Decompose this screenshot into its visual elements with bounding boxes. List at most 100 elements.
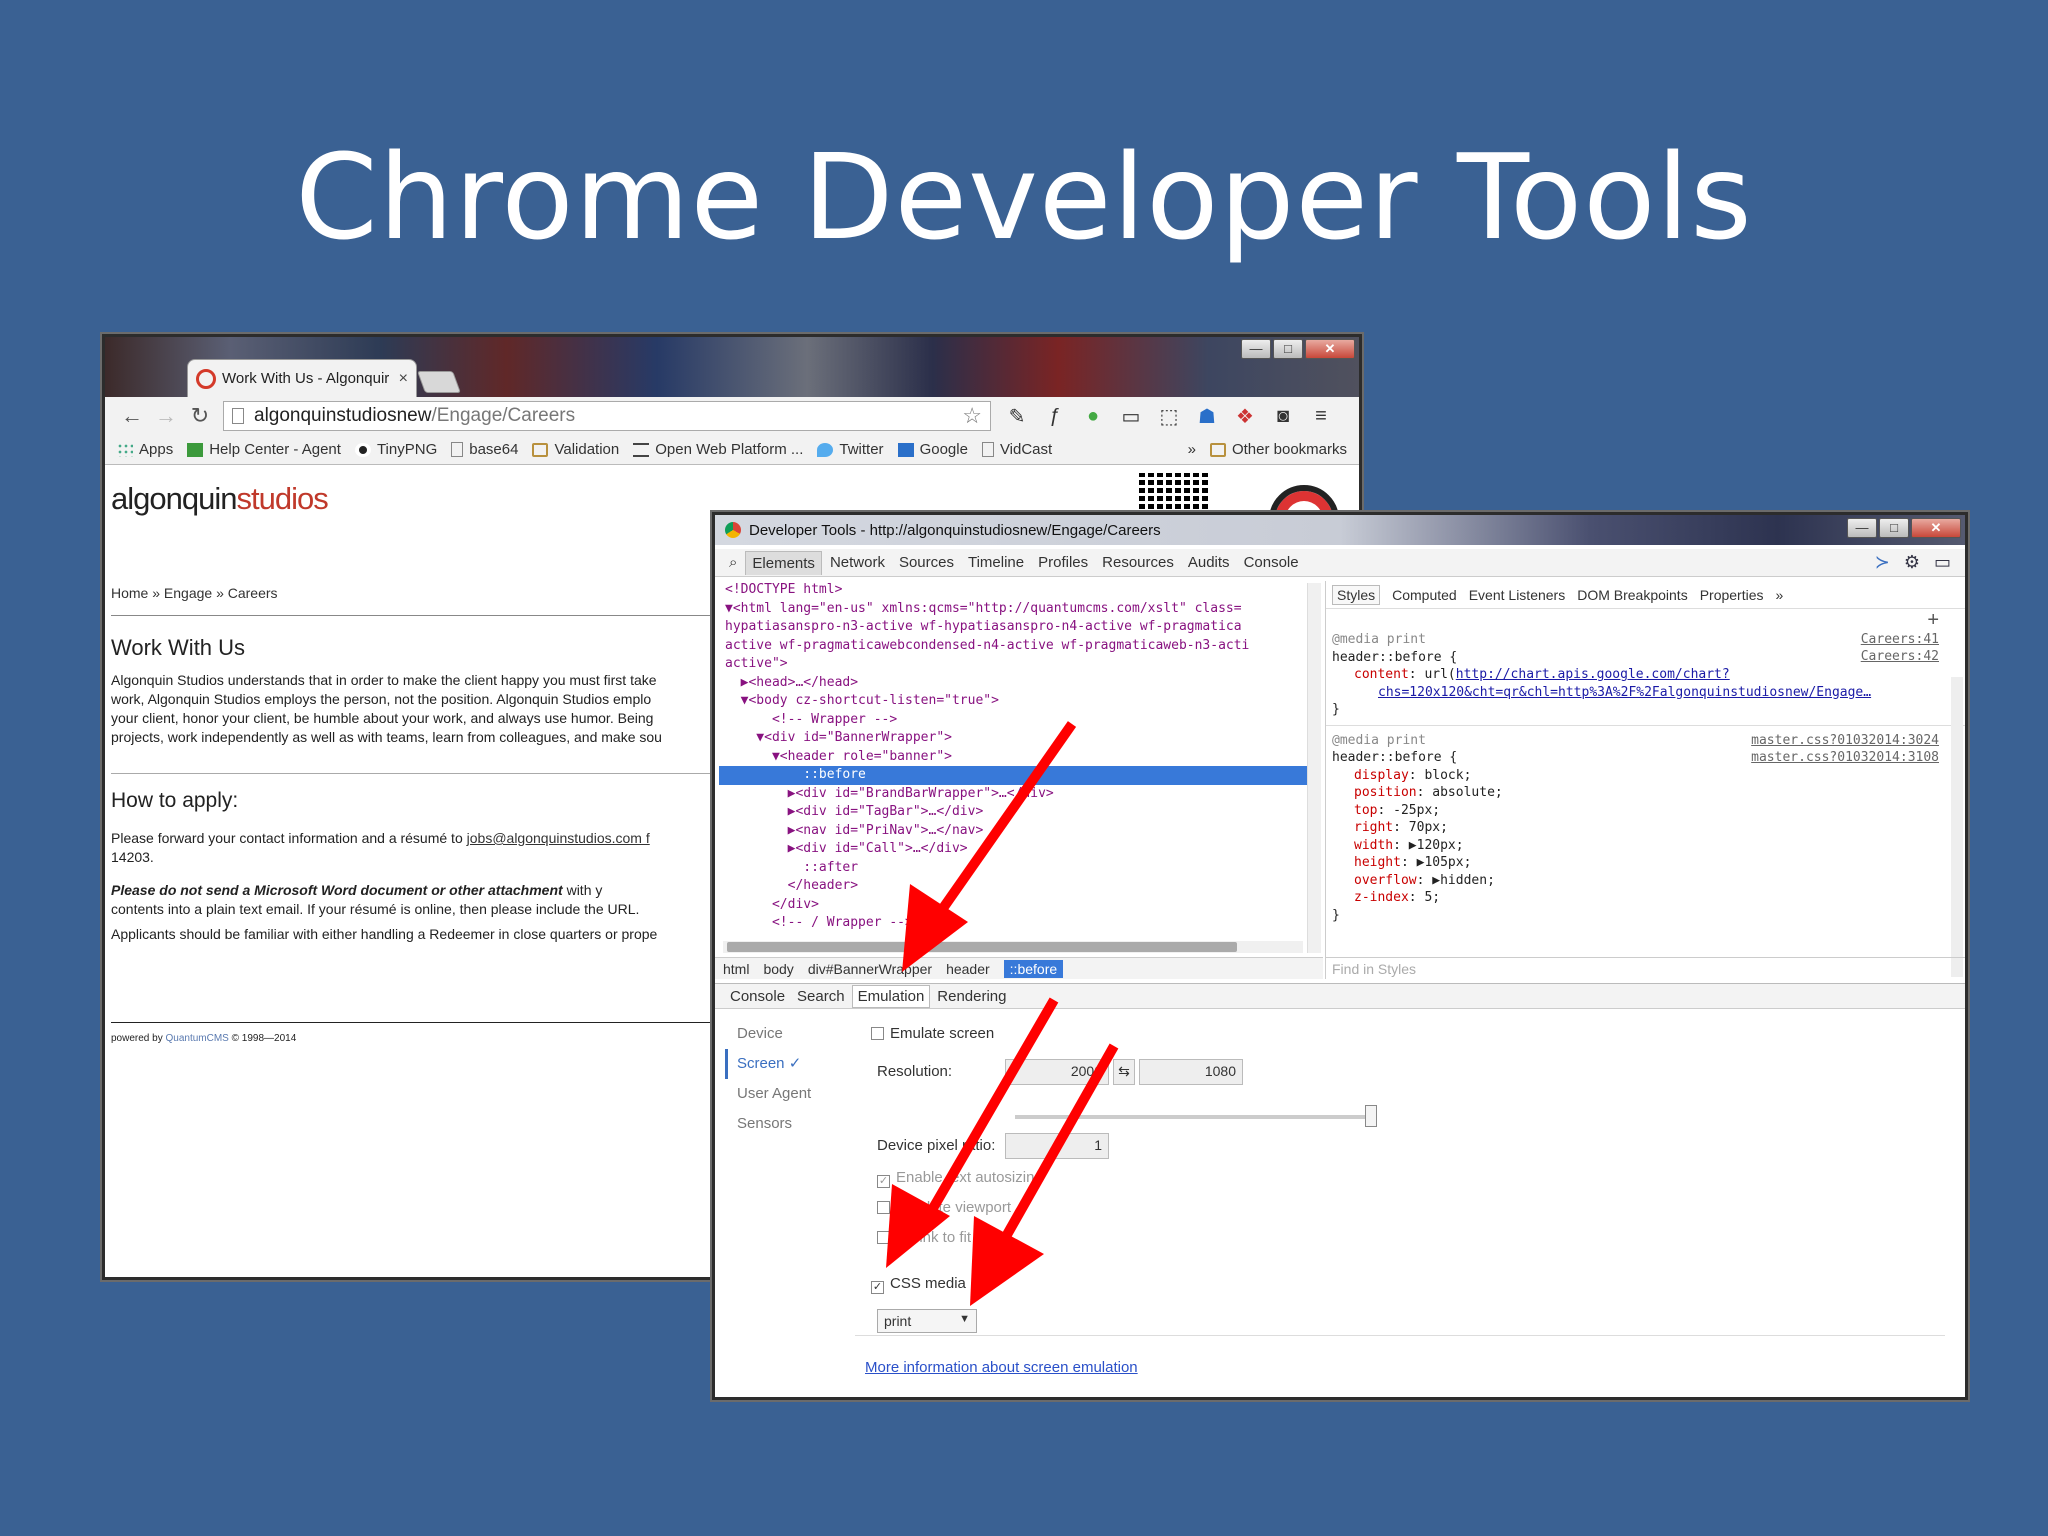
code-line-before-selected[interactable]: ::before [719,766,1307,785]
swap-dimensions-button[interactable]: ⇆ [1113,1059,1135,1085]
user-badge-icon[interactable]: ☗ [1191,404,1223,429]
code-line-banner-wrapper[interactable]: ▼<div id="BannerWrapper"> [719,729,1307,748]
crumb-body[interactable]: body [763,961,793,977]
breadcrumb[interactable]: Home » Engage » Careers [111,585,278,601]
drawer-tab-console[interactable]: Console [725,986,790,1007]
css-media-checkbox[interactable]: ✓ [871,1281,884,1294]
tab-close-icon[interactable]: × [399,370,408,388]
reload-icon[interactable]: ↻ [183,403,217,429]
css-property-name[interactable]: width [1332,838,1393,853]
more-info-link[interactable]: More information about screen emulation [865,1359,1138,1376]
code-line-doctype[interactable]: <!DOCTYPE html> [719,581,1307,600]
styles-scrollbar[interactable] [1951,677,1963,977]
code-line-header[interactable]: ▼<header role="banner"> [719,748,1307,767]
color-picker-icon[interactable]: ❖ [1229,404,1261,429]
css-property-name[interactable]: z-index [1332,890,1409,905]
tab-console[interactable]: Console [1238,551,1305,574]
code-line-call[interactable]: ▶<div id="Call">…</div> [719,840,1307,859]
menu-icon[interactable]: ≡ [1305,405,1337,428]
site-logo[interactable]: algonquinstudios [111,481,329,517]
bookmark-help-center[interactable]: Help Center - Agent [187,441,341,458]
code-line-after[interactable]: ::after [719,859,1307,878]
code-line-brandbar[interactable]: ▶<div id="BrandBarWrapper">…</div> [719,785,1307,804]
code-line-comment-end[interactable]: <!-- / Wrapper --> [719,914,1307,931]
emu-nav-sensors[interactable]: Sensors [725,1109,835,1139]
elements-horizontal-scrollbar[interactable] [723,941,1303,953]
code-line-tagbar[interactable]: ▶<div id="TagBar">…</div> [719,803,1307,822]
crumb-banner-wrapper[interactable]: div#BannerWrapper [808,961,932,977]
code-line-html-class[interactable]: hypatiasanspro-n3-active wf-hypatiasansp… [719,618,1307,637]
show-drawer-icon[interactable]: ≻ [1875,552,1890,573]
email-link[interactable]: jobs@algonquinstudios.com f [467,830,650,846]
browser-tab[interactable]: Work With Us - Algonquir × [187,359,417,397]
crumb-header[interactable]: header [946,961,990,977]
new-tab-button[interactable] [416,371,462,393]
css-url-link[interactable]: chs=120x120&cht=qr&chl=http%3A%2F%2Falgo… [1378,685,1871,700]
eyedropper-icon[interactable]: ✎ [1001,404,1033,429]
viewport-checkbox[interactable] [877,1201,890,1214]
css-property-value[interactable]: ▶hidden; [1432,873,1495,888]
bookmark-apps[interactable]: Apps [117,441,173,458]
elements-vertical-scrollbar[interactable] [1307,583,1321,953]
emulate-screen-checkbox[interactable] [871,1027,884,1040]
css-property-value[interactable]: ▶105px; [1417,855,1472,870]
tab-styles[interactable]: Styles [1332,584,1381,605]
settings-gear-icon[interactable]: ⚙ [1904,552,1920,573]
css-property-name[interactable]: content [1332,667,1409,682]
zoom-slider-track[interactable] [1015,1115,1375,1119]
rule-source-link[interactable]: master.css?01032014:3024 [1751,732,1939,750]
tab-profiles[interactable]: Profiles [1032,551,1094,574]
code-line-div-close[interactable]: </div> [719,896,1307,915]
forward-arrow-icon[interactable]: → [149,403,183,429]
crumb-before-selected[interactable]: ::before [1003,959,1064,978]
font-icon[interactable]: ƒ [1039,405,1071,428]
footer-brand-link[interactable]: QuantumCMS [165,1033,228,1044]
minimize-button[interactable]: — [1847,518,1877,538]
code-line-prinav[interactable]: ▶<nav id="PriNav">…</nav> [719,822,1307,841]
tab-elements[interactable]: Elements [745,550,822,575]
bookmark-twitter[interactable]: Twitter [817,441,884,458]
code-line-html-class[interactable]: active"> [719,655,1307,674]
code-line-body[interactable]: ▼<body cz-shortcut-listen="true"> [719,692,1307,711]
bookmark-google[interactable]: Google [897,441,968,458]
tab-computed[interactable]: Computed [1392,587,1457,603]
tab-resources[interactable]: Resources [1096,551,1180,574]
rule-source-link[interactable]: Careers:41 [1861,631,1939,649]
css-property-value[interactable]: ▶120px; [1409,838,1464,853]
shrink-to-fit-checkbox[interactable] [877,1231,890,1244]
tab-audits[interactable]: Audits [1182,551,1236,574]
cast-icon[interactable]: ▭ [1115,404,1147,429]
dock-side-icon[interactable]: ▭ [1934,552,1951,573]
rule-source-link[interactable]: Careers:42 [1861,648,1939,666]
camera-icon[interactable]: ◙ [1267,405,1299,428]
code-line-html-class[interactable]: active wf-pragmaticawebcondensed-n4-acti… [719,637,1307,656]
other-bookmarks[interactable]: Other bookmarks [1209,441,1347,458]
bookmark-star-icon[interactable]: ☆ [962,403,982,429]
evernote-icon[interactable]: ● [1077,405,1109,428]
tab-dom-breakpoints[interactable]: DOM Breakpoints [1577,587,1687,603]
resolution-width-input[interactable]: 2000 [1005,1059,1109,1085]
code-line-head[interactable]: ▶<head>…</head> [719,674,1307,693]
emu-nav-user-agent[interactable]: User Agent [725,1079,835,1109]
css-property-name[interactable]: top [1332,803,1377,818]
find-in-styles-input[interactable]: Find in Styles [1325,957,1965,979]
tab-properties[interactable]: Properties [1700,587,1764,603]
css-property-name[interactable]: position [1332,785,1417,800]
close-window-button[interactable]: ✕ [1305,339,1355,359]
minimize-button[interactable]: — [1241,339,1271,359]
css-property-value[interactable]: 5; [1424,890,1440,905]
css-property-value[interactable]: block; [1424,768,1471,783]
tab-network[interactable]: Network [824,551,891,574]
bookmark-open-web-platform[interactable]: Open Web Platform ... [633,441,803,458]
crumb-html[interactable]: html [723,961,749,977]
zoom-slider-handle[interactable] [1365,1105,1377,1127]
drawer-tab-emulation[interactable]: Emulation [851,984,931,1008]
drawer-tab-rendering[interactable]: Rendering [932,986,1011,1007]
code-line-header-close[interactable]: </header> [719,877,1307,896]
tab-timeline[interactable]: Timeline [962,551,1030,574]
more-tabs-chevron[interactable]: » [1776,587,1784,603]
close-window-button[interactable]: ✕ [1911,518,1961,538]
tab-event-listeners[interactable]: Event Listeners [1469,587,1566,603]
drawer-tab-search[interactable]: Search [792,986,850,1007]
add-style-rule-icon[interactable]: + [1927,609,1939,632]
